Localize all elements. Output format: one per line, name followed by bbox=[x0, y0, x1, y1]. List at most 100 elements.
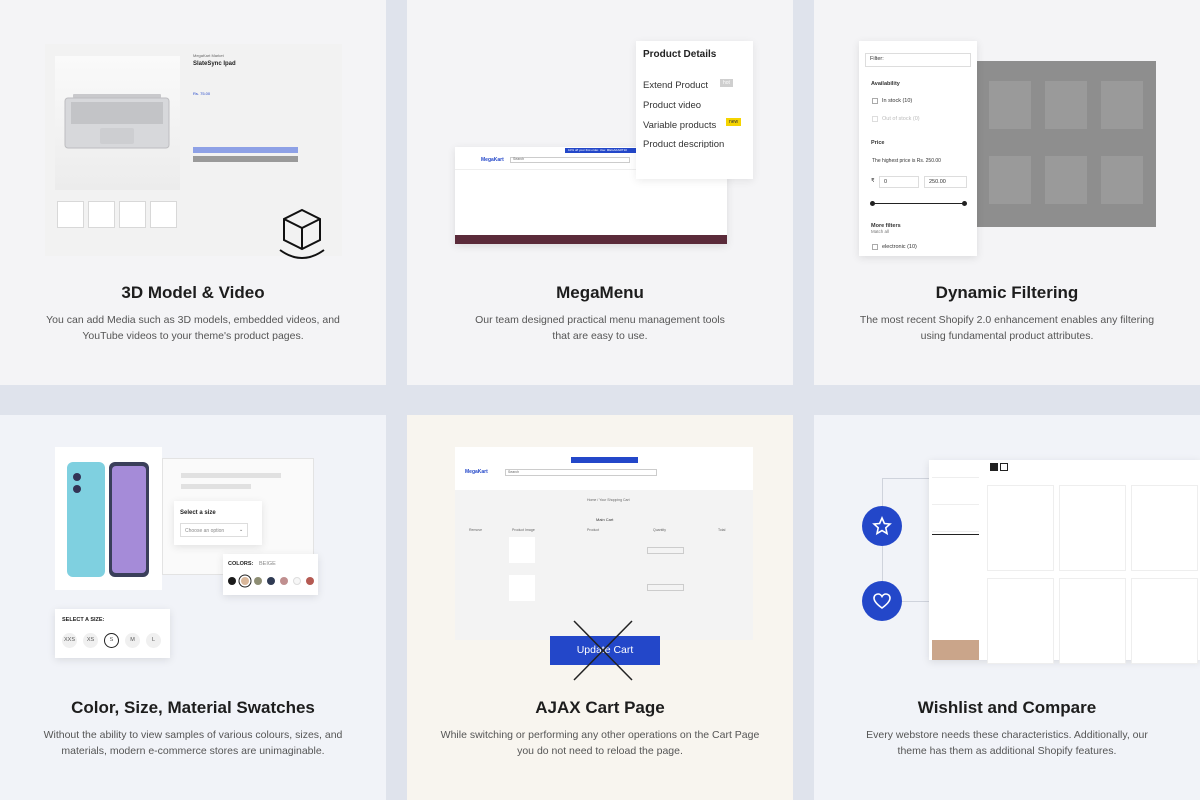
size-label: XXS bbox=[63, 637, 75, 643]
new-badge: new bbox=[726, 118, 742, 126]
price-min-input[interactable]: 0 bbox=[879, 176, 919, 188]
color-swatch[interactable] bbox=[254, 577, 262, 585]
size-label: XS bbox=[86, 637, 95, 643]
size-xs-swatch[interactable]: XS bbox=[83, 633, 98, 648]
menu-item-variable-products[interactable]: Variable products bbox=[643, 120, 716, 131]
3d-cube-icon bbox=[279, 208, 325, 259]
match-all-label: Match all bbox=[871, 229, 890, 234]
card-desc-line2: materials, modern e-commerce stores are … bbox=[61, 745, 325, 757]
filter-input[interactable]: Filter: bbox=[865, 53, 971, 67]
panel-title: Product Details bbox=[643, 49, 717, 60]
product-cell bbox=[1045, 156, 1087, 204]
menu-item-product-description[interactable]: Product description bbox=[643, 139, 724, 148]
product-card[interactable] bbox=[987, 485, 1054, 571]
price-slider-max-handle[interactable] bbox=[962, 201, 967, 206]
cart-page-preview: MegaKart Search Home / Your Shopping Car… bbox=[455, 447, 753, 640]
thumbnail-1[interactable] bbox=[57, 201, 84, 228]
size-label: L bbox=[151, 637, 156, 643]
price-heading[interactable]: Price bbox=[871, 140, 884, 146]
product-price: Rs. 75.00 bbox=[193, 91, 211, 96]
product-card[interactable] bbox=[1131, 485, 1198, 571]
cart-title: Main Cart bbox=[596, 517, 614, 522]
hero-banner bbox=[455, 235, 727, 244]
choose-option-text: Choose an option bbox=[185, 528, 225, 534]
thumbnail-3[interactable] bbox=[119, 201, 146, 228]
promo-bar bbox=[571, 457, 638, 463]
thumbnail-4[interactable] bbox=[150, 201, 177, 228]
price-max-value: 250.00 bbox=[929, 179, 946, 185]
product-details-panel: Product Details Extend Product hot Produ… bbox=[636, 41, 753, 179]
price-min-value: 0 bbox=[884, 179, 888, 185]
card-desc-line1: Our team designed practical menu managem… bbox=[475, 314, 725, 326]
price-max-input[interactable]: 250.00 bbox=[924, 176, 967, 188]
phone-image bbox=[55, 447, 162, 590]
product-grid-dimmed bbox=[977, 61, 1156, 227]
col-product: Product bbox=[587, 528, 600, 532]
color-swatch[interactable] bbox=[293, 577, 301, 585]
reload-disabled-cross-icon bbox=[573, 620, 633, 681]
product-cell bbox=[989, 81, 1031, 129]
color-swatch[interactable] bbox=[306, 577, 314, 585]
card-desc-line2: theme has them as additional Shopify fea… bbox=[897, 745, 1117, 757]
product-card[interactable] bbox=[1131, 578, 1198, 664]
card-desc-line2: that are easy to use. bbox=[552, 330, 648, 342]
price-slider-track bbox=[872, 203, 965, 204]
card-desc-line1: You can add Media such as 3D models, emb… bbox=[46, 314, 340, 326]
card-desc-line1: Without the ability to view samples of v… bbox=[43, 729, 343, 741]
size-m-swatch[interactable]: M bbox=[125, 633, 140, 648]
col-quantity: Quantity bbox=[653, 528, 667, 532]
card-title: Wishlist and Compare bbox=[917, 698, 1097, 717]
filter-placeholder: Filter: bbox=[870, 56, 884, 62]
col-product-image: Product Image bbox=[512, 528, 535, 532]
grid-view-icon[interactable] bbox=[990, 463, 998, 471]
list-view-icon[interactable] bbox=[1000, 463, 1008, 471]
size-xxs-swatch[interactable]: XXS bbox=[62, 633, 77, 648]
select-a-size-label: SELECT A SIZE: bbox=[62, 617, 105, 623]
product-card[interactable] bbox=[987, 578, 1054, 664]
store-logo: MegaKart bbox=[481, 157, 504, 163]
colors-label: COLORS: bbox=[228, 561, 254, 567]
search-placeholder: Search bbox=[513, 157, 525, 161]
card-desc-line2: YouTube videos to your theme's product p… bbox=[82, 330, 304, 342]
product-cell bbox=[989, 156, 1031, 204]
size-select[interactable]: Choose an option ⌄ bbox=[180, 523, 248, 537]
promo-text: 10% off your first order. Use: MEGAKART1… bbox=[568, 148, 627, 152]
buy-now-button[interactable] bbox=[193, 156, 298, 162]
thumbnail-2[interactable] bbox=[88, 201, 115, 228]
card-title: 3D Model & Video bbox=[121, 283, 265, 302]
add-to-cart-button[interactable] bbox=[193, 147, 298, 153]
size-l-swatch[interactable]: L bbox=[146, 633, 161, 648]
out-of-stock-checkbox[interactable] bbox=[872, 116, 878, 122]
availability-heading[interactable]: Availability bbox=[871, 81, 900, 87]
advertisement-image bbox=[932, 640, 979, 660]
in-stock-checkbox[interactable] bbox=[872, 98, 878, 104]
filter-panel: Filter: Availability In stock (10) Out o… bbox=[859, 41, 977, 256]
color-swatch[interactable] bbox=[241, 577, 249, 585]
card-desc-line1: Every webstore needs these characteristi… bbox=[866, 729, 1148, 741]
quantity-stepper[interactable] bbox=[647, 584, 684, 591]
electronic-checkbox[interactable] bbox=[872, 244, 878, 250]
heart-icon bbox=[873, 593, 891, 609]
menu-item-product-video[interactable]: Product video bbox=[643, 100, 701, 111]
product-card[interactable] bbox=[1059, 578, 1126, 664]
price-slider-min-handle[interactable] bbox=[870, 201, 875, 206]
breadcrumb: Home / Your Shopping Cart bbox=[587, 498, 630, 502]
search-input[interactable] bbox=[505, 469, 657, 476]
color-swatch[interactable] bbox=[267, 577, 275, 585]
compare-button[interactable] bbox=[862, 506, 902, 546]
color-swatch[interactable] bbox=[280, 577, 288, 585]
size-s-swatch[interactable]: S bbox=[104, 633, 119, 648]
highest-price-text: The highest price is Rs. 250.00 bbox=[872, 158, 941, 164]
card-title: AJAX Cart Page bbox=[535, 698, 665, 717]
wishlist-button[interactable] bbox=[862, 581, 902, 621]
search-input[interactable] bbox=[510, 157, 630, 163]
color-swatch-panel: COLORS: BEIGE bbox=[223, 554, 318, 595]
color-swatch[interactable] bbox=[228, 577, 236, 585]
card-title: Color, Size, Material Swatches bbox=[71, 698, 315, 717]
product-card[interactable] bbox=[1059, 485, 1126, 571]
size-label: S bbox=[109, 637, 114, 643]
menu-item-extend-product[interactable]: Extend Product bbox=[643, 80, 708, 91]
quantity-stepper[interactable] bbox=[647, 547, 684, 554]
card-title: Dynamic Filtering bbox=[935, 283, 1079, 302]
card-desc-line2: using fundamental product attributes. bbox=[920, 330, 1094, 342]
